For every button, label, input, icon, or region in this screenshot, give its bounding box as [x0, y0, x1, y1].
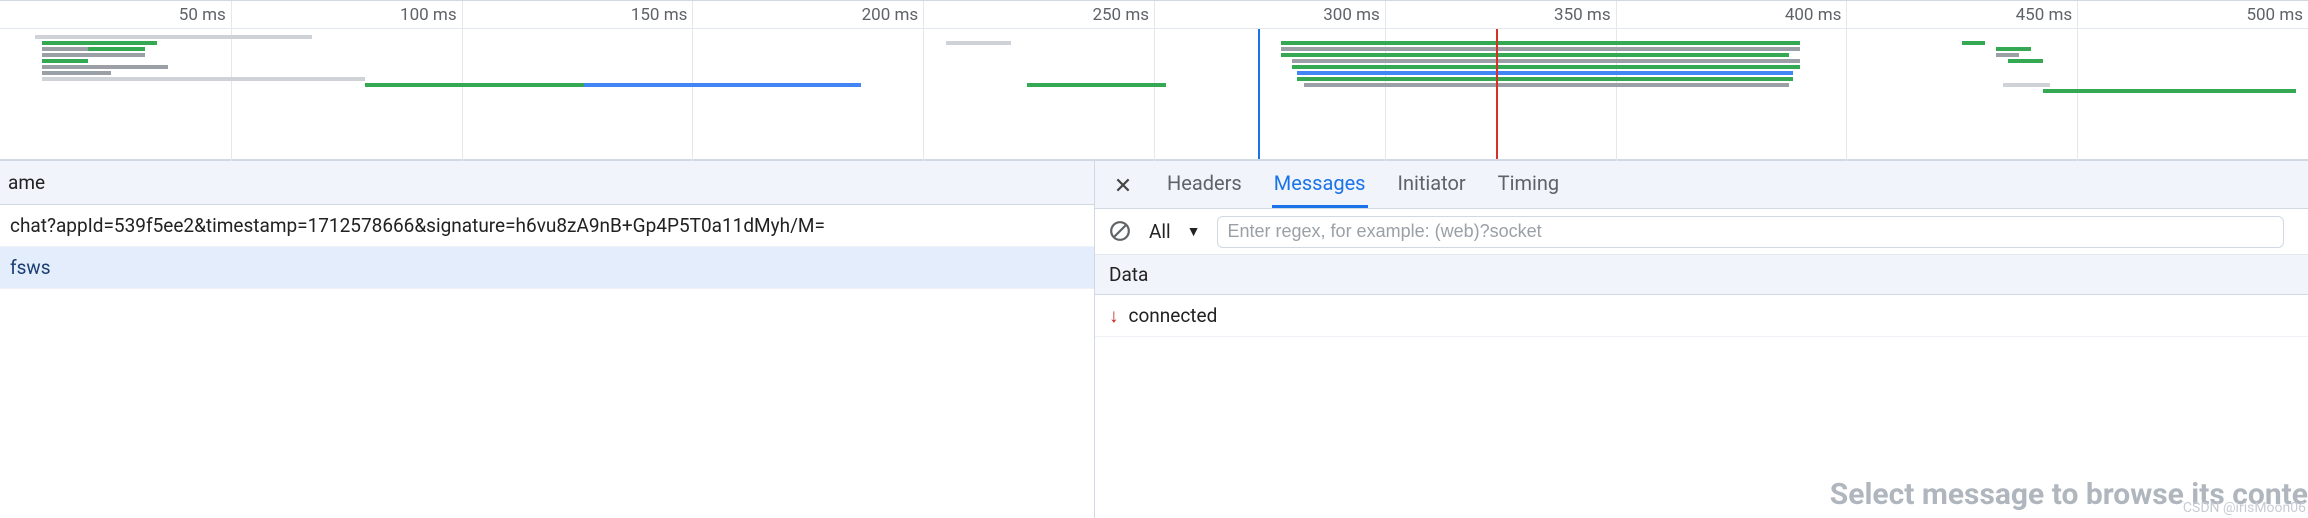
timeline-tick-label: 500 ms — [2246, 5, 2303, 25]
timeline-bar[interactable] — [1292, 65, 1800, 69]
timeline-bar[interactable] — [365, 83, 584, 87]
timeline-bar[interactable] — [1962, 41, 1985, 45]
tab-initiator[interactable]: Initiator — [1396, 161, 1468, 208]
timeline-bar[interactable] — [42, 71, 111, 75]
timeline-tick-label: 100 ms — [400, 5, 457, 25]
timeline-bar[interactable] — [42, 77, 365, 81]
data-column-header[interactable]: Data — [1095, 255, 2308, 295]
close-icon[interactable] — [1109, 171, 1137, 199]
timeline-tick: 350 ms — [1616, 1, 1617, 161]
timeline-tick: 400 ms — [1846, 1, 1847, 161]
timeline-bar[interactable] — [1292, 59, 1800, 63]
dom-content-loaded-marker — [1258, 29, 1260, 159]
timeline-tick: 100 ms — [462, 1, 463, 161]
timeline-bar[interactable] — [2003, 83, 2049, 87]
request-row[interactable]: fsws — [0, 247, 1094, 289]
timeline-bar[interactable] — [1996, 53, 2019, 57]
timeline-tick: 450 ms — [2077, 1, 2078, 161]
name-column-header[interactable]: ame — [0, 161, 1094, 205]
load-event-marker — [1496, 29, 1498, 159]
timeline-tick-label: 250 ms — [1092, 5, 1149, 25]
tab-timing[interactable]: Timing — [1496, 161, 1561, 208]
messages-filter-bar: All ▼ — [1095, 209, 2308, 255]
timeline-bar[interactable] — [42, 47, 88, 51]
watermark: CSDN @irisMoon06 — [2183, 500, 2306, 516]
clear-icon[interactable] — [1109, 220, 1133, 244]
message-row[interactable]: ↓ connected — [1095, 295, 2308, 337]
timeline-bar[interactable] — [584, 83, 861, 87]
timeline-tick: 250 ms — [1154, 1, 1155, 161]
tab-headers[interactable]: Headers — [1165, 161, 1244, 208]
detail-tabbar: Headers Messages Initiator Timing — [1095, 161, 2308, 209]
timeline-bar[interactable] — [42, 53, 146, 57]
message-text: connected — [1129, 304, 1218, 327]
timeline-bar[interactable] — [88, 47, 146, 51]
request-list-panel: ame chat?appId=539f5ee2&timestamp=171257… — [0, 161, 1095, 518]
regex-filter-input[interactable] — [1217, 216, 2285, 248]
tab-messages[interactable]: Messages — [1272, 161, 1368, 208]
timeline-tick-label: 400 ms — [1785, 5, 1842, 25]
timeline-tick-label: 150 ms — [631, 5, 688, 25]
timeline-bar[interactable] — [1281, 53, 1789, 57]
timeline-bar[interactable] — [1996, 47, 2031, 51]
timeline-bar[interactable] — [42, 65, 169, 69]
timeline-tick: 50 ms — [231, 1, 232, 161]
filter-dropdown-icon[interactable]: ▼ — [1187, 223, 1201, 240]
timeline-tick-label: 350 ms — [1554, 5, 1611, 25]
timeline-bar[interactable] — [1281, 47, 1800, 51]
details-split: ame chat?appId=539f5ee2&timestamp=171257… — [0, 160, 2308, 518]
request-detail-panel: Headers Messages Initiator Timing All ▼ Dat… — [1095, 161, 2308, 518]
request-row[interactable]: chat?appId=539f5ee2&timestamp=1712578666… — [0, 205, 1094, 247]
timeline-tick: 200 ms — [923, 1, 924, 161]
timeline-bar[interactable] — [1281, 41, 1800, 45]
timeline-bar[interactable] — [1027, 83, 1165, 87]
timeline-bar[interactable] — [42, 41, 157, 45]
timeline-tick-label: 50 ms — [179, 5, 226, 25]
timeline-tick-label: 450 ms — [2016, 5, 2073, 25]
network-timeline[interactable]: 50 ms 100 ms 150 ms 200 ms 250 ms 300 ms 350 m… — [0, 0, 2308, 160]
timeline-tick: 300 ms — [1385, 1, 1386, 161]
timeline-bar[interactable] — [1304, 83, 1789, 87]
timeline-tick-label: 200 ms — [862, 5, 919, 25]
timeline-bar[interactable] — [946, 41, 1011, 45]
timeline-tick-label: 300 ms — [1323, 5, 1380, 25]
incoming-arrow-icon: ↓ — [1109, 304, 1119, 328]
filter-all-label[interactable]: All — [1149, 220, 1171, 243]
timeline-bar[interactable] — [35, 35, 312, 39]
timeline-bar[interactable] — [2043, 89, 2297, 93]
empty-message-placeholder: Select message to browse its conte — [1095, 337, 2308, 518]
timeline-bar[interactable] — [2008, 59, 2043, 63]
timeline-tick: 150 ms — [692, 1, 693, 161]
timeline-bar[interactable] — [1297, 71, 1793, 75]
timeline-bar[interactable] — [1297, 77, 1793, 81]
timeline-bar[interactable] — [42, 59, 88, 63]
